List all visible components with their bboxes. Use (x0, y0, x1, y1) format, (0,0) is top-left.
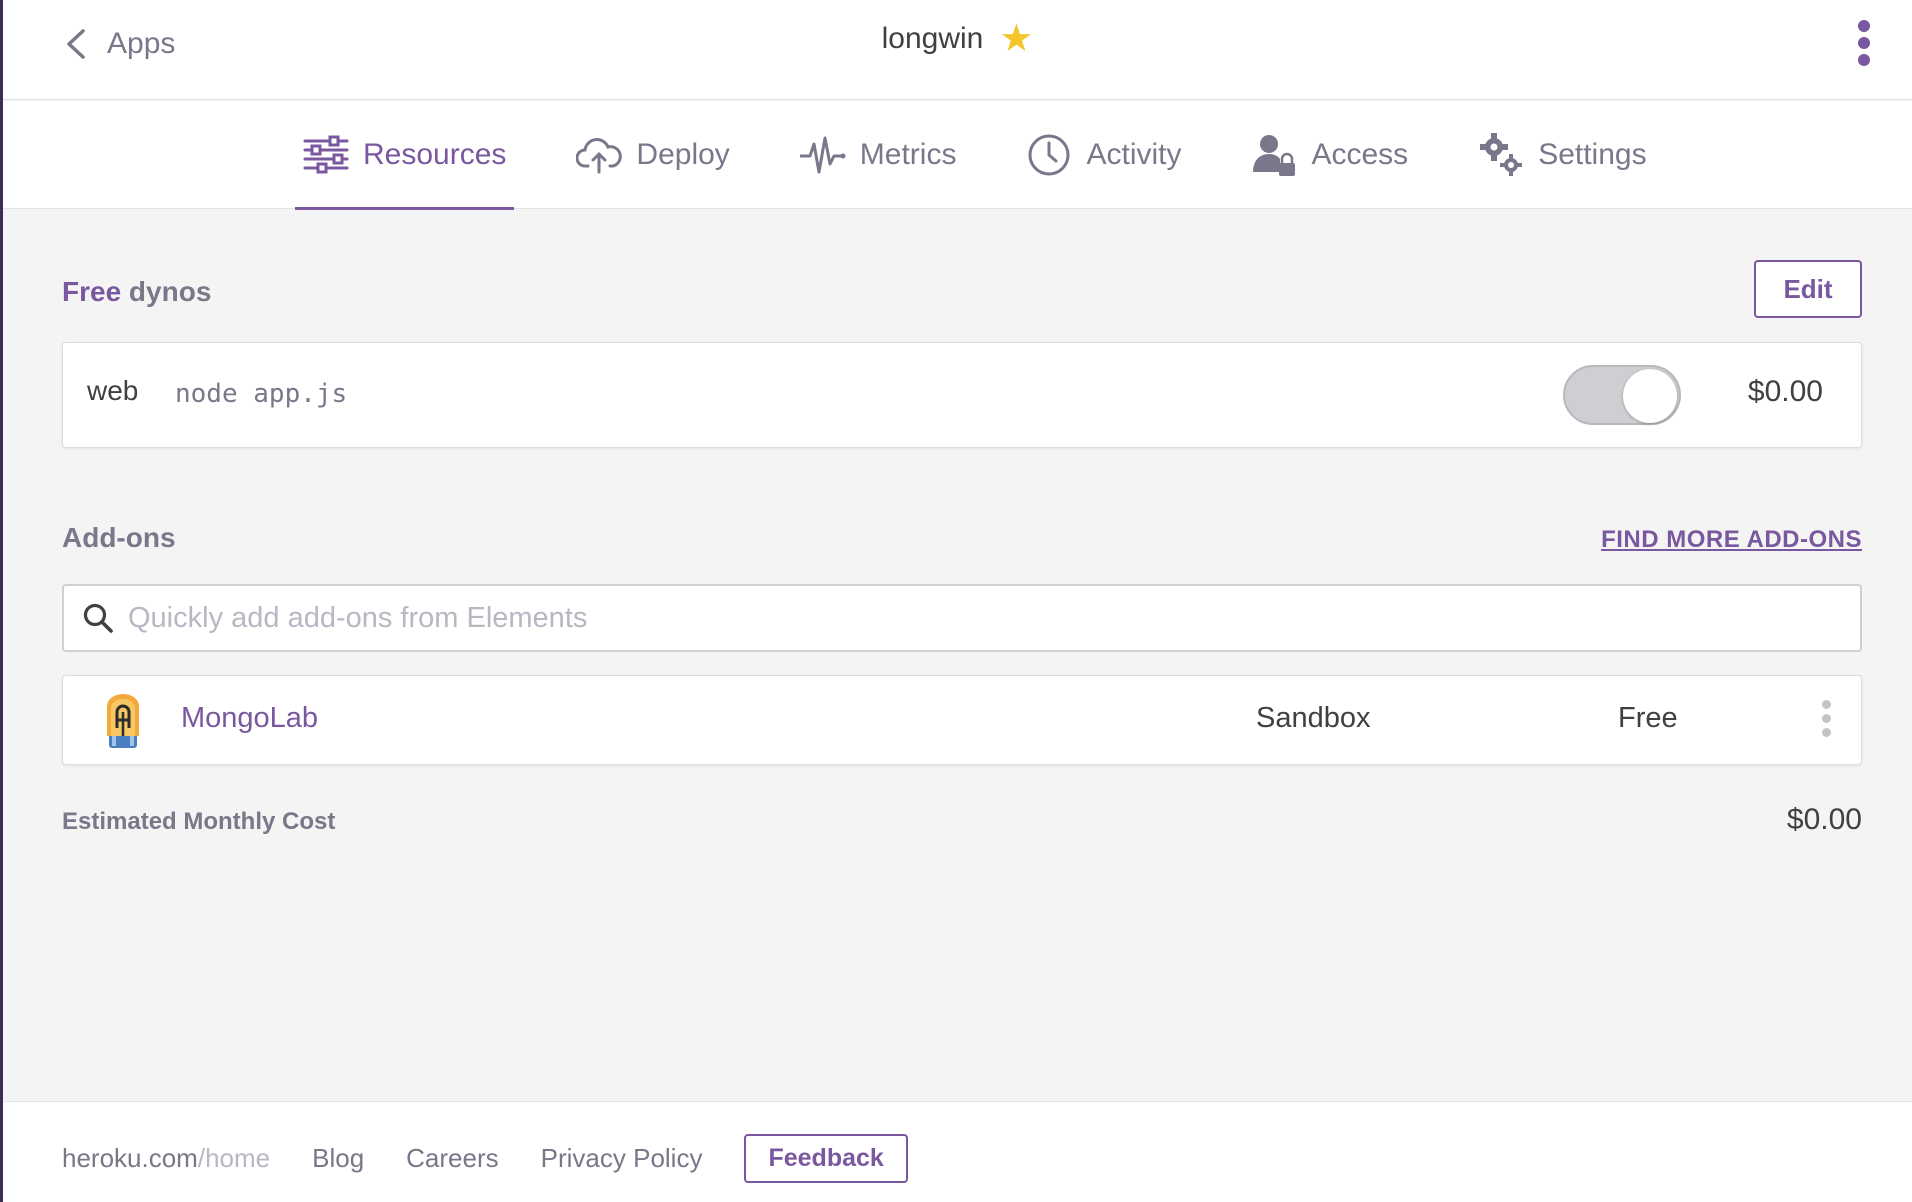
resources-icon (303, 135, 349, 174)
gears-icon (1480, 133, 1523, 176)
tab-label: Resources (363, 138, 507, 171)
dyno-command: node app.js (175, 379, 348, 409)
heroku-home-link[interactable]: heroku.com/home (62, 1143, 270, 1174)
feedback-button[interactable]: Feedback (744, 1134, 908, 1183)
mongolab-logo-icon (107, 694, 139, 748)
tab-label: Settings (1538, 138, 1647, 171)
dynos-title-accent: Free (62, 276, 122, 307)
search-icon (83, 603, 113, 633)
addons-section-title: Add-ons (62, 522, 176, 553)
tab-settings[interactable]: Settings (1474, 101, 1650, 209)
kebab-menu-icon[interactable] (1856, 20, 1872, 70)
addon-price: Free (1618, 702, 1678, 734)
app-name: longwin (881, 22, 984, 55)
tab-label: Access (1311, 138, 1409, 171)
pulse-icon (799, 136, 846, 174)
addon-search-box (62, 584, 1862, 652)
dyno-cost: $0.00 (1747, 375, 1823, 408)
tab-label: Activity (1086, 138, 1182, 171)
footer-link-privacy-policy[interactable]: Privacy Policy (541, 1143, 703, 1174)
addon-row: MongoLab Sandbox Free (62, 675, 1862, 765)
footer-domain: heroku.com (62, 1143, 198, 1173)
user-lock-icon (1253, 135, 1296, 176)
addon-plan: Sandbox (1256, 702, 1371, 734)
tab-access[interactable]: Access (1247, 101, 1412, 209)
footer: heroku.com/home Blog Careers Privacy Pol… (3, 1101, 1912, 1202)
tab-activity[interactable]: Activity (1022, 101, 1185, 209)
footer-domain-suffix: /home (197, 1143, 271, 1173)
star-icon[interactable]: ★ (999, 20, 1033, 58)
toggle-knob (1623, 369, 1677, 423)
estimated-cost-label: Estimated Monthly Cost (62, 808, 336, 835)
addon-name-link[interactable]: MongoLab (181, 702, 318, 735)
dyno-type: web (87, 375, 139, 406)
find-more-addons-link[interactable]: FIND MORE ADD-ONS (1601, 526, 1862, 554)
dynos-title-rest: dynos (121, 276, 212, 307)
dyno-row: web node app.js $0.00 (62, 342, 1862, 448)
top-header: Apps longwin ★ (3, 0, 1912, 100)
tab-metrics[interactable]: Metrics (796, 101, 961, 209)
app-title-group: longwin ★ (3, 20, 1912, 58)
footer-link-blog[interactable]: Blog (312, 1143, 364, 1174)
tab-label: Deploy (636, 138, 730, 171)
edit-dynos-button[interactable]: Edit (1754, 260, 1862, 318)
dyno-toggle[interactable] (1563, 365, 1681, 425)
tab-label: Metrics (859, 138, 957, 171)
addon-search-input[interactable] (128, 601, 1828, 635)
tab-resources[interactable]: Resources (294, 101, 515, 210)
clock-icon (1028, 134, 1070, 176)
estimated-cost-value: $0.00 (1786, 803, 1862, 836)
tab-deploy[interactable]: Deploy (572, 101, 733, 209)
dynos-section-title: Free dynos (62, 276, 211, 308)
cloud-upload-icon (576, 138, 623, 174)
footer-link-careers[interactable]: Careers (406, 1143, 498, 1174)
tab-bar: Resources Deploy Metrics Activity Access… (3, 101, 1912, 210)
addon-kebab-menu-icon[interactable] (1821, 700, 1831, 742)
